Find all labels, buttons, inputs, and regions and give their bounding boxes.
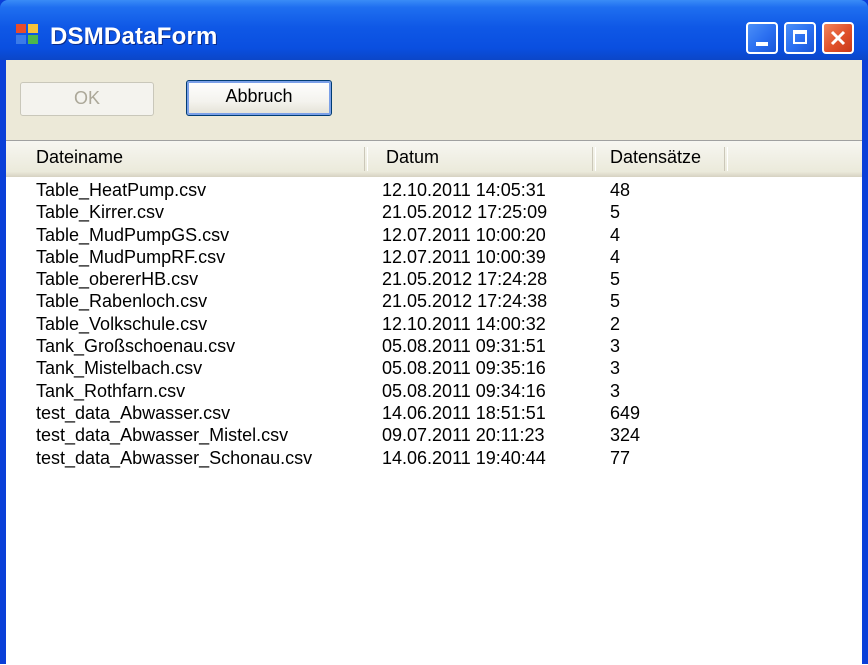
cancel-button[interactable]: Abbruch	[186, 80, 332, 116]
list-item[interactable]: Table_Rabenloch.csv 21.05.2012 17:24:38 5	[6, 290, 862, 312]
list-item[interactable]: Tank_Mistelbach.csv 05.08.2011 09:35:16 3	[6, 357, 862, 379]
close-button[interactable]	[822, 22, 854, 54]
column-header-dateiname[interactable]: Dateiname	[36, 147, 123, 168]
cell-date: 05.08.2011 09:34:16	[382, 380, 546, 401]
list-header: Dateiname Datum Datensätze	[6, 141, 862, 177]
list-item[interactable]: test_data_Abwasser_Schonau.csv 14.06.2011…	[6, 447, 862, 469]
cell-record-count: 5	[610, 202, 621, 223]
cell-date: 14.06.2011 18:51:51	[382, 402, 546, 423]
list-item[interactable]: Tank_Rothfarn.csv 05.08.2011 09:34:16 3	[6, 380, 862, 402]
column-divider[interactable]	[364, 147, 368, 171]
cell-filename: Table_MudPumpRF.csv	[36, 246, 226, 267]
window: DSMDataForm OK Abbruch Dateiname Datum D…	[0, 0, 868, 665]
maximize-button[interactable]	[784, 22, 816, 54]
cell-date: 21.05.2012 17:24:38	[382, 291, 548, 312]
cell-filename: Table_HeatPump.csv	[36, 180, 207, 200]
cell-date: 21.05.2012 17:24:28	[382, 269, 548, 290]
list-item[interactable]: Table_MudPumpRF.csv 12.07.2011 10:00:39 4	[6, 246, 862, 268]
cell-record-count: 3	[610, 380, 621, 401]
cell-filename: Table_Rabenloch.csv	[36, 291, 208, 312]
file-list[interactable]: Dateiname Datum Datensätze Table_HeatPum…	[6, 140, 862, 665]
ok-button[interactable]: OK	[20, 82, 154, 116]
close-icon	[830, 30, 846, 46]
list-item[interactable]: Table_obererHB.csv 21.05.2012 17:24:28 5	[6, 268, 862, 290]
list-item[interactable]: Table_Volkschule.csv 12.10.2011 14:00:32 2	[6, 313, 862, 335]
cell-date: 12.10.2011 14:00:32	[382, 313, 546, 334]
cell-date: 14.06.2011 19:40:44	[382, 447, 546, 468]
column-divider[interactable]	[724, 147, 728, 171]
cell-record-count: 5	[610, 291, 621, 312]
cell-filename: Tank_Mistelbach.csv	[36, 358, 203, 379]
maximize-icon	[793, 30, 807, 44]
client-area: OK Abbruch Dateiname Datum Datensätze Ta…	[6, 60, 862, 665]
list-item[interactable]: Table_HeatPump.csv 12.10.2011 14:05:31 48	[6, 179, 862, 201]
cell-date: 12.07.2011 10:00:20	[382, 224, 546, 245]
cell-date: 05.08.2011 09:31:51	[382, 336, 546, 357]
list-item[interactable]: Table_Kirrer.csv 21.05.2012 17:25:09 5	[6, 201, 862, 223]
cell-filename: Table_Kirrer.csv	[36, 202, 165, 223]
cell-filename: Tank_Großschoenau.csv	[36, 336, 236, 357]
cell-record-count: 4	[610, 224, 621, 245]
column-header-datum[interactable]: Datum	[386, 147, 439, 168]
cell-record-count: 649	[610, 402, 641, 423]
column-divider[interactable]	[592, 147, 596, 171]
list-item[interactable]: Tank_Großschoenau.csv 05.08.2011 09:31:51…	[6, 335, 862, 357]
title-bar[interactable]: DSMDataForm	[0, 0, 868, 60]
cell-date: 12.07.2011 10:00:39	[382, 246, 546, 267]
minimize-button[interactable]	[746, 22, 778, 54]
cell-record-count: 2	[610, 313, 621, 334]
cell-date: 21.05.2012 17:25:09	[382, 202, 548, 223]
list-item[interactable]: test_data_Abwasser_Mistel.csv 09.07.2011 …	[6, 424, 862, 446]
cell-record-count: 4	[610, 246, 621, 267]
cell-record-count: 5	[610, 269, 621, 290]
cell-record-count: 77	[610, 447, 631, 468]
cell-filename: test_data_Abwasser_Mistel.csv	[36, 425, 289, 446]
list-rows: Table_HeatPump.csv 12.10.2011 14:05:31 48 T…	[6, 179, 862, 469]
window-title: DSMDataForm	[50, 23, 218, 50]
column-header-datensaetze[interactable]: Datensätze	[610, 147, 701, 168]
cell-record-count: 324	[610, 425, 641, 446]
list-item[interactable]: Table_MudPumpGS.csv 12.07.2011 10:00:20 4	[6, 224, 862, 246]
cell-record-count: 48	[610, 180, 631, 200]
cell-record-count: 3	[610, 358, 621, 379]
minimize-icon	[756, 42, 768, 46]
cell-date: 09.07.2011 20:11:23	[382, 425, 545, 446]
cell-record-count: 3	[610, 336, 621, 357]
app-icon	[16, 24, 40, 46]
cell-filename: Table_MudPumpGS.csv	[36, 224, 230, 245]
cell-date: 12.10.2011 14:05:31	[382, 180, 546, 200]
cell-date: 05.08.2011 09:35:16	[382, 358, 546, 379]
cell-filename: test_data_Abwasser.csv	[36, 402, 231, 423]
cell-filename: Tank_Rothfarn.csv	[36, 380, 186, 401]
cell-filename: test_data_Abwasser_Schonau.csv	[36, 447, 313, 468]
list-item[interactable]: test_data_Abwasser.csv 14.06.2011 18:51:5…	[6, 402, 862, 424]
cell-filename: Table_obererHB.csv	[36, 269, 199, 290]
cell-filename: Table_Volkschule.csv	[36, 313, 208, 334]
